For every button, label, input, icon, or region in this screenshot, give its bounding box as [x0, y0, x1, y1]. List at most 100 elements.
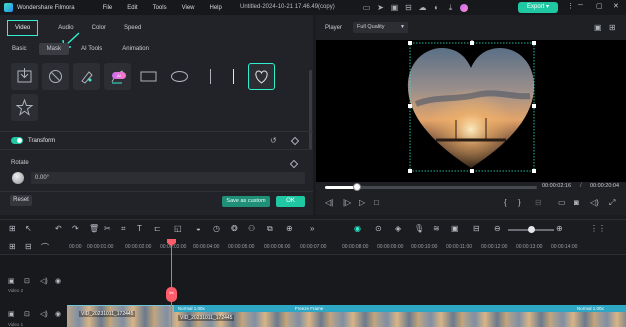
monitor-icon[interactable]: ▭ — [362, 3, 371, 12]
menu-help[interactable]: Help — [210, 5, 222, 11]
keyframe-icon[interactable]: ⊟ — [473, 224, 480, 233]
snap-icon[interactable]: ⊙ — [375, 224, 382, 233]
tab-video[interactable]: Video — [7, 19, 39, 36]
zoom-icon[interactable]: ⊕ — [286, 224, 293, 233]
send-icon[interactable]: ➤ — [376, 3, 385, 12]
rotate-input[interactable]: 0.00° — [31, 172, 305, 184]
display-settings-icon[interactable]: ⊞ — [609, 23, 616, 32]
tab-ai-tools[interactable]: AI Tools — [73, 43, 110, 55]
previous-frame-icon[interactable]: ◁| — [325, 198, 333, 207]
play-slow-icon[interactable]: |▷ — [343, 198, 351, 207]
track-audio-icon[interactable]: ◁) — [40, 310, 48, 318]
mask-none[interactable] — [42, 63, 69, 90]
zoom-handle[interactable] — [528, 226, 535, 233]
ok-button[interactable]: OK — [276, 196, 305, 207]
ai-tools-icon[interactable]: ❂ — [231, 224, 238, 233]
avatar[interactable] — [460, 4, 468, 12]
tab-color[interactable]: Color — [92, 25, 106, 31]
select-tool-icon[interactable]: ↖ — [25, 224, 32, 233]
progress-handle[interactable] — [352, 183, 361, 191]
minimize-icon[interactable]: ─ — [578, 2, 583, 9]
audio-mix-icon[interactable]: ≋ — [433, 224, 440, 233]
gift-icon[interactable]: ▣ — [390, 3, 399, 12]
speed-icon[interactable]: ◷ — [213, 224, 220, 233]
marker-icon[interactable]: ◈ — [395, 224, 401, 233]
close-icon[interactable]: ✕ — [613, 2, 619, 10]
split-icon[interactable]: ⊟ — [535, 198, 542, 207]
layout-grid-icon[interactable]: ⊞ — [9, 224, 16, 233]
maximize-icon[interactable]: ▢ — [596, 2, 603, 10]
zoom-slider[interactable] — [508, 226, 554, 233]
tab-mask[interactable]: Mask — [38, 43, 70, 55]
keyframe-diamond-icon[interactable] — [290, 136, 300, 146]
mask-star[interactable] — [11, 94, 38, 121]
playhead-split-marker[interactable]: ✂ — [166, 287, 177, 302]
tab-animation[interactable]: Animation — [114, 43, 157, 55]
volume-icon[interactable]: ◁) — [590, 198, 599, 207]
undo-icon[interactable]: ↶ — [55, 224, 62, 233]
export-button[interactable]: Export ▾ — [518, 2, 558, 13]
save-as-custom-button[interactable]: Save as custom — [222, 196, 270, 207]
reset-icon[interactable]: ↺ — [270, 136, 277, 145]
video-preview[interactable] — [316, 38, 626, 182]
mark-in-icon[interactable]: { — [504, 198, 507, 207]
trim-icon[interactable]: ⊏ — [154, 224, 161, 233]
play-icon[interactable]: ▷ — [359, 198, 365, 207]
more-icon[interactable]: » — [310, 224, 314, 233]
redo-icon[interactable]: ↷ — [72, 224, 79, 233]
mask-rectangle[interactable] — [135, 63, 162, 90]
transform-toggle[interactable] — [11, 137, 23, 144]
audio-detach-icon[interactable]: ◱ — [174, 224, 182, 233]
transition-icon[interactable]: ⧉ — [267, 224, 273, 234]
color-icon[interactable]: ◒ — [196, 224, 201, 233]
image-icon[interactable]: ▣ — [451, 224, 459, 233]
rotate-dial[interactable] — [12, 172, 24, 184]
text-icon[interactable]: T — [137, 224, 142, 233]
camera-icon[interactable]: ◙ — [574, 198, 579, 207]
mask-pen[interactable] — [73, 63, 100, 90]
rotate-keyframe-icon[interactable] — [289, 159, 299, 169]
quality-select[interactable]: Full Quality ▼ — [353, 22, 408, 33]
track-lock-icon[interactable]: ⊡ — [24, 310, 30, 318]
zoom-in-icon[interactable]: ⊕ — [556, 224, 563, 233]
timeline-menu-icon[interactable]: ⋮⋮ — [590, 224, 606, 233]
link-icon[interactable]: ⊟ — [25, 242, 32, 251]
speed-overlay-bar[interactable] — [174, 305, 626, 312]
mic-icon[interactable]: 🎙 — [414, 224, 424, 233]
tab-basic[interactable]: Basic — [4, 43, 35, 55]
display-icon[interactable]: ▭ — [558, 198, 566, 207]
track-visibility-icon[interactable]: ◉ — [55, 277, 61, 285]
cloud-icon[interactable]: ☁ — [418, 3, 427, 12]
layout-icon[interactable]: ⊟ — [404, 3, 413, 12]
split-clip-icon[interactable]: ✂ — [104, 224, 111, 233]
playhead[interactable] — [171, 241, 172, 327]
menu-dots-icon[interactable]: ⋮ — [567, 2, 574, 10]
track-audio-icon[interactable]: ◁) — [40, 277, 48, 285]
mark-out-icon[interactable]: } — [518, 198, 521, 207]
delete-icon[interactable]: 🗑 — [89, 224, 99, 233]
render-icon[interactable]: ◉ — [354, 224, 361, 233]
crop-icon[interactable]: ⌗ — [121, 224, 126, 234]
tab-audio[interactable]: Audio — [58, 25, 73, 31]
menu-file[interactable]: File — [103, 5, 113, 11]
playback-progress[interactable] — [325, 183, 537, 191]
stop-icon[interactable]: □ — [374, 198, 379, 207]
mask-import[interactable] — [11, 63, 38, 90]
download-icon[interactable]: ⤓ — [446, 3, 455, 12]
mask-double-line[interactable] — [220, 63, 247, 90]
magnet-icon[interactable]: ⌒ — [41, 242, 49, 253]
snapshot-icon[interactable]: ▣ — [594, 23, 602, 32]
mask-ellipse[interactable] — [166, 63, 193, 90]
menu-tools[interactable]: Tools — [153, 5, 167, 11]
track-visibility-icon[interactable]: ◉ — [55, 310, 61, 318]
timeline-ruler[interactable]: ⊞ ⊟ ⌒ 00:00 00:00:01:00 00:00:02:00 00:0… — [0, 239, 626, 255]
track-lock-icon[interactable]: ⊡ — [24, 277, 30, 285]
tab-speed[interactable]: Speed — [124, 25, 141, 31]
menu-edit[interactable]: Edit — [127, 5, 137, 11]
stabilize-icon[interactable]: ⚇ — [248, 224, 255, 233]
zoom-out-icon[interactable]: ⊖ — [494, 224, 501, 233]
menu-view[interactable]: View — [182, 5, 195, 11]
mask-heart[interactable] — [248, 63, 275, 90]
add-track-icon[interactable]: ⊞ — [9, 242, 16, 251]
reset-button[interactable]: Reset — [10, 195, 32, 206]
